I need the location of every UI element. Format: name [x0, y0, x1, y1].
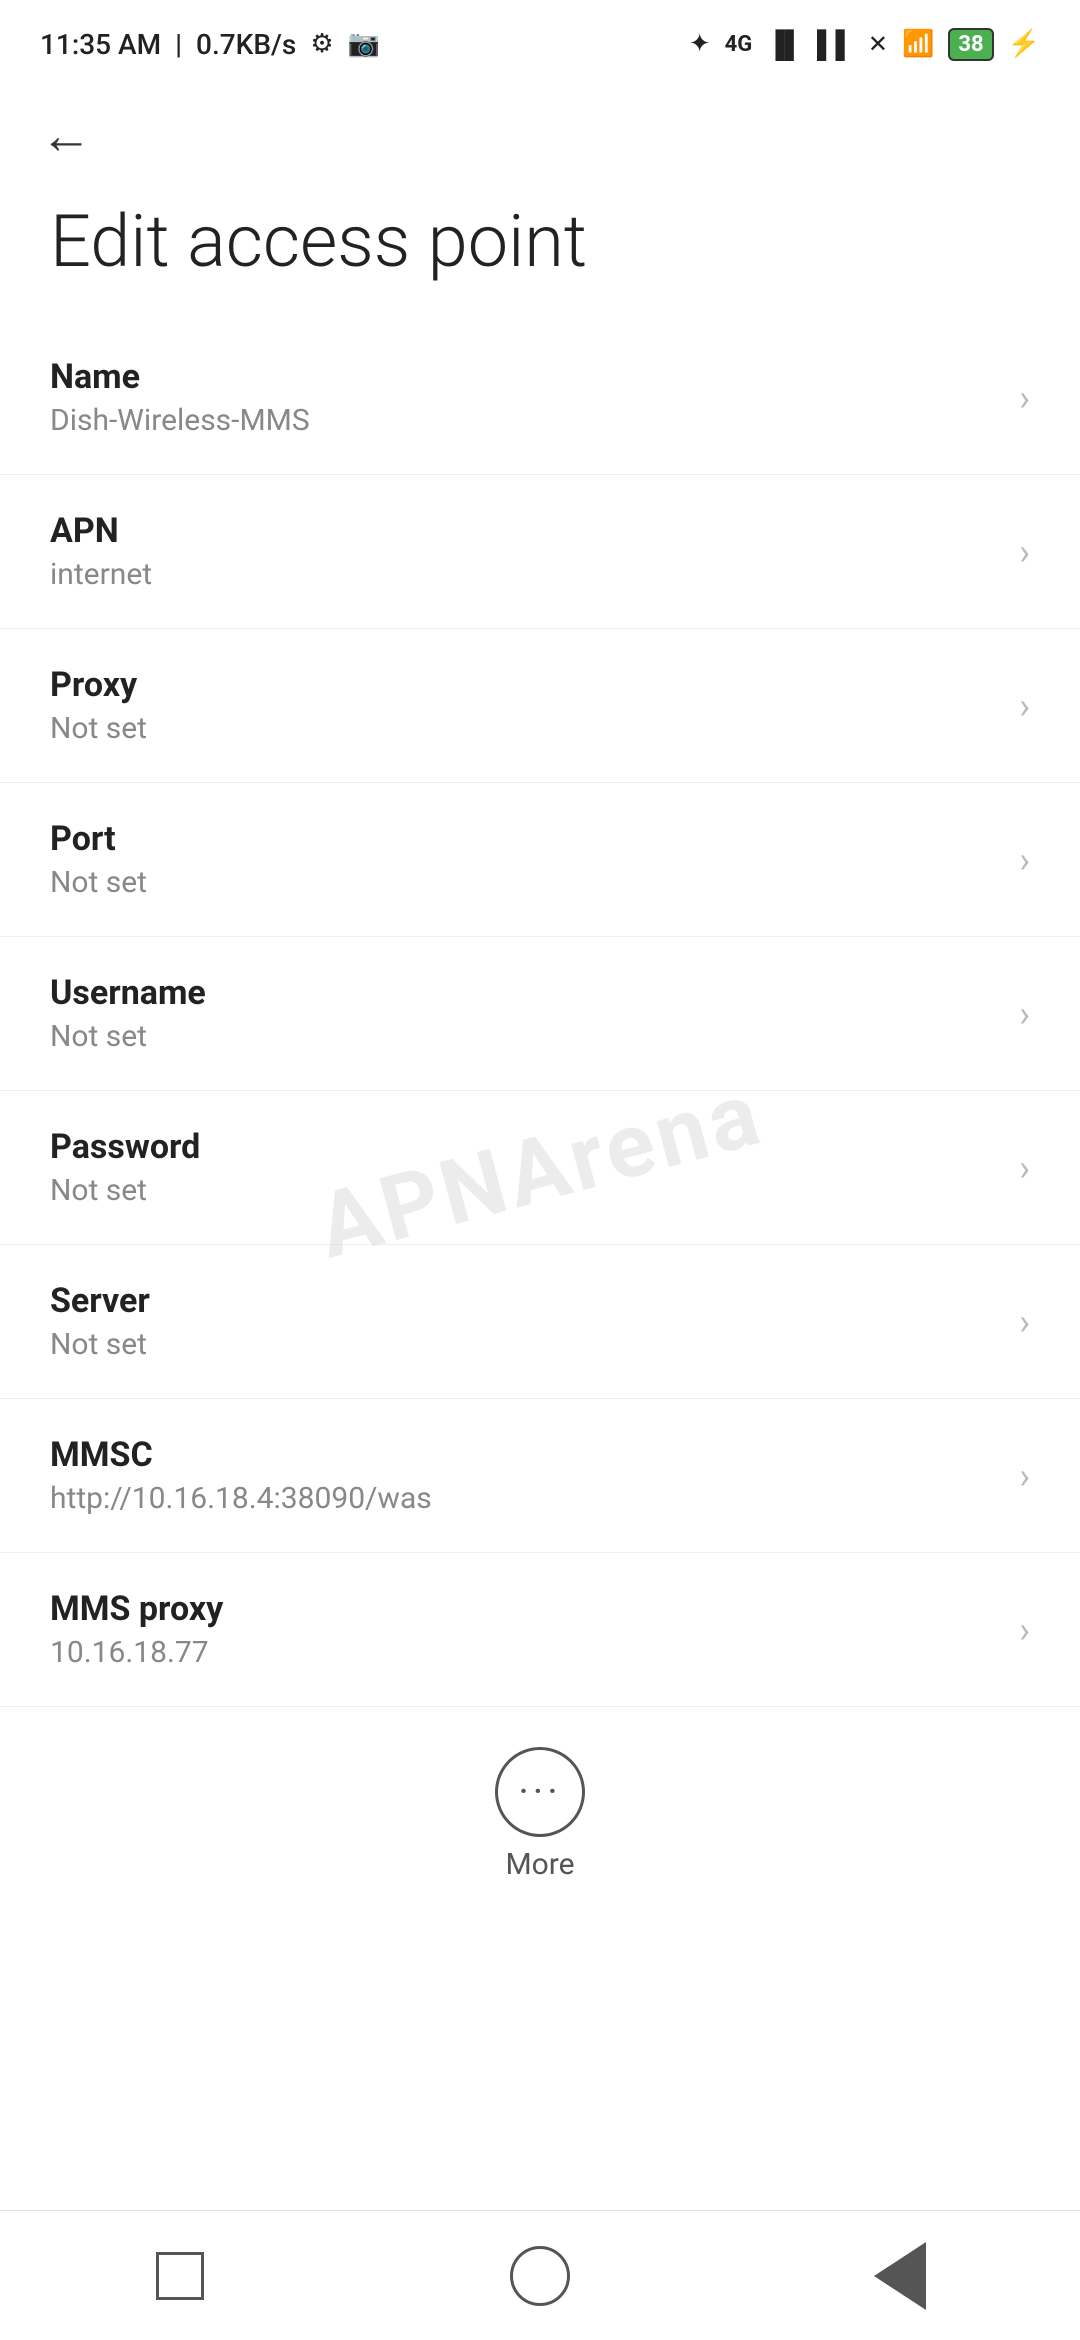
page-title: Edit access point [0, 172, 1080, 321]
chevron-right-icon: › [1019, 1301, 1030, 1343]
status-speed: | [175, 28, 182, 61]
nav-home-button[interactable] [480, 2236, 600, 2316]
settings-item-value: Not set [50, 711, 999, 746]
back-icon [874, 2242, 926, 2310]
settings-list: Name Dish-Wireless-MMS › APN internet › … [0, 321, 1080, 1707]
bolt-icon: ⚡ [1008, 29, 1040, 59]
settings-item-mmsc[interactable]: MMSC http://10.16.18.4:38090/was › [0, 1399, 1080, 1553]
settings-item-proxy[interactable]: Proxy Not set › [0, 629, 1080, 783]
settings-item-label: Username [50, 973, 999, 1013]
more-label: More [505, 1847, 574, 1882]
bluetooth-icon: ✦ [689, 29, 711, 59]
status-left: 11:35 AM | 0.7KB/s ⚙ 📷 [40, 28, 380, 61]
chevron-right-icon: › [1019, 377, 1030, 419]
settings-item-content: MMS proxy 10.16.18.77 [50, 1589, 999, 1670]
settings-item-value: 10.16.18.77 [50, 1635, 999, 1670]
settings-item-apn[interactable]: APN internet › [0, 475, 1080, 629]
settings-item-password[interactable]: Password Not set › [0, 1091, 1080, 1245]
nav-back-button[interactable] [840, 2236, 960, 2316]
settings-item-server[interactable]: Server Not set › [0, 1245, 1080, 1399]
video-icon: 📷 [348, 29, 380, 59]
settings-item-label: Name [50, 357, 999, 397]
nav-recents-button[interactable] [120, 2236, 240, 2316]
settings-item-value: Not set [50, 1019, 999, 1054]
chevron-right-icon: › [1019, 1609, 1030, 1651]
chevron-right-icon: › [1019, 685, 1030, 727]
chevron-right-icon: › [1019, 531, 1030, 573]
settings-item-value: http://10.16.18.4:38090/was [50, 1481, 999, 1516]
settings-item-value: Not set [50, 1173, 999, 1208]
navigation-bar [0, 2210, 1080, 2340]
settings-item-label: MMSC [50, 1435, 999, 1475]
battery-indicator: 38 [948, 28, 993, 61]
more-section: ··· More [0, 1707, 1080, 1912]
back-button[interactable]: ← [40, 110, 92, 162]
settings-item-value: Not set [50, 1327, 999, 1362]
settings-item-content: APN internet [50, 511, 999, 592]
settings-item-mms-proxy[interactable]: MMS proxy 10.16.18.77 › [0, 1553, 1080, 1707]
chevron-right-icon: › [1019, 839, 1030, 881]
settings-item-port[interactable]: Port Not set › [0, 783, 1080, 937]
chevron-right-icon: › [1019, 1147, 1030, 1189]
settings-icon: ⚙ [310, 29, 333, 59]
settings-item-content: Password Not set [50, 1127, 999, 1208]
settings-item-username[interactable]: Username Not set › [0, 937, 1080, 1091]
settings-item-content: Proxy Not set [50, 665, 999, 746]
status-network-speed: 0.7KB/s [196, 28, 296, 61]
battery-level: 38 [958, 32, 983, 57]
settings-item-name[interactable]: Name Dish-Wireless-MMS › [0, 321, 1080, 475]
settings-item-label: MMS proxy [50, 1589, 999, 1629]
settings-item-content: Name Dish-Wireless-MMS [50, 357, 999, 438]
more-button[interactable]: ··· [495, 1747, 585, 1837]
recents-icon [156, 2252, 204, 2300]
signal-bars-icon: ▐▌ [766, 29, 803, 60]
signal-cross-icon: ✕ [868, 30, 888, 58]
settings-item-value: Dish-Wireless-MMS [50, 403, 999, 438]
settings-item-label: APN [50, 511, 999, 551]
settings-item-content: Username Not set [50, 973, 999, 1054]
wifi-icon: 📶 [902, 29, 934, 59]
status-bar: 11:35 AM | 0.7KB/s ⚙ 📷 ✦ 4G ▐▌ ▌▌ ✕ 📶 38… [0, 0, 1080, 80]
settings-item-content: Port Not set [50, 819, 999, 900]
more-dots-icon: ··· [518, 1772, 561, 1812]
chevron-right-icon: › [1019, 993, 1030, 1035]
settings-item-content: MMSC http://10.16.18.4:38090/was [50, 1435, 999, 1516]
home-icon [510, 2246, 570, 2306]
top-navigation: ← [0, 80, 1080, 172]
settings-item-value: Not set [50, 865, 999, 900]
status-time: 11:35 AM [40, 28, 161, 61]
network-4g-icon: 4G [725, 32, 753, 57]
settings-item-value: internet [50, 557, 999, 592]
settings-item-content: Server Not set [50, 1281, 999, 1362]
signal-bars-2-icon: ▌▌ [817, 29, 854, 60]
settings-item-label: Proxy [50, 665, 999, 705]
chevron-right-icon: › [1019, 1455, 1030, 1497]
status-right: ✦ 4G ▐▌ ▌▌ ✕ 📶 38 ⚡ [689, 28, 1040, 61]
settings-item-label: Password [50, 1127, 999, 1167]
settings-item-label: Server [50, 1281, 999, 1321]
settings-item-label: Port [50, 819, 999, 859]
